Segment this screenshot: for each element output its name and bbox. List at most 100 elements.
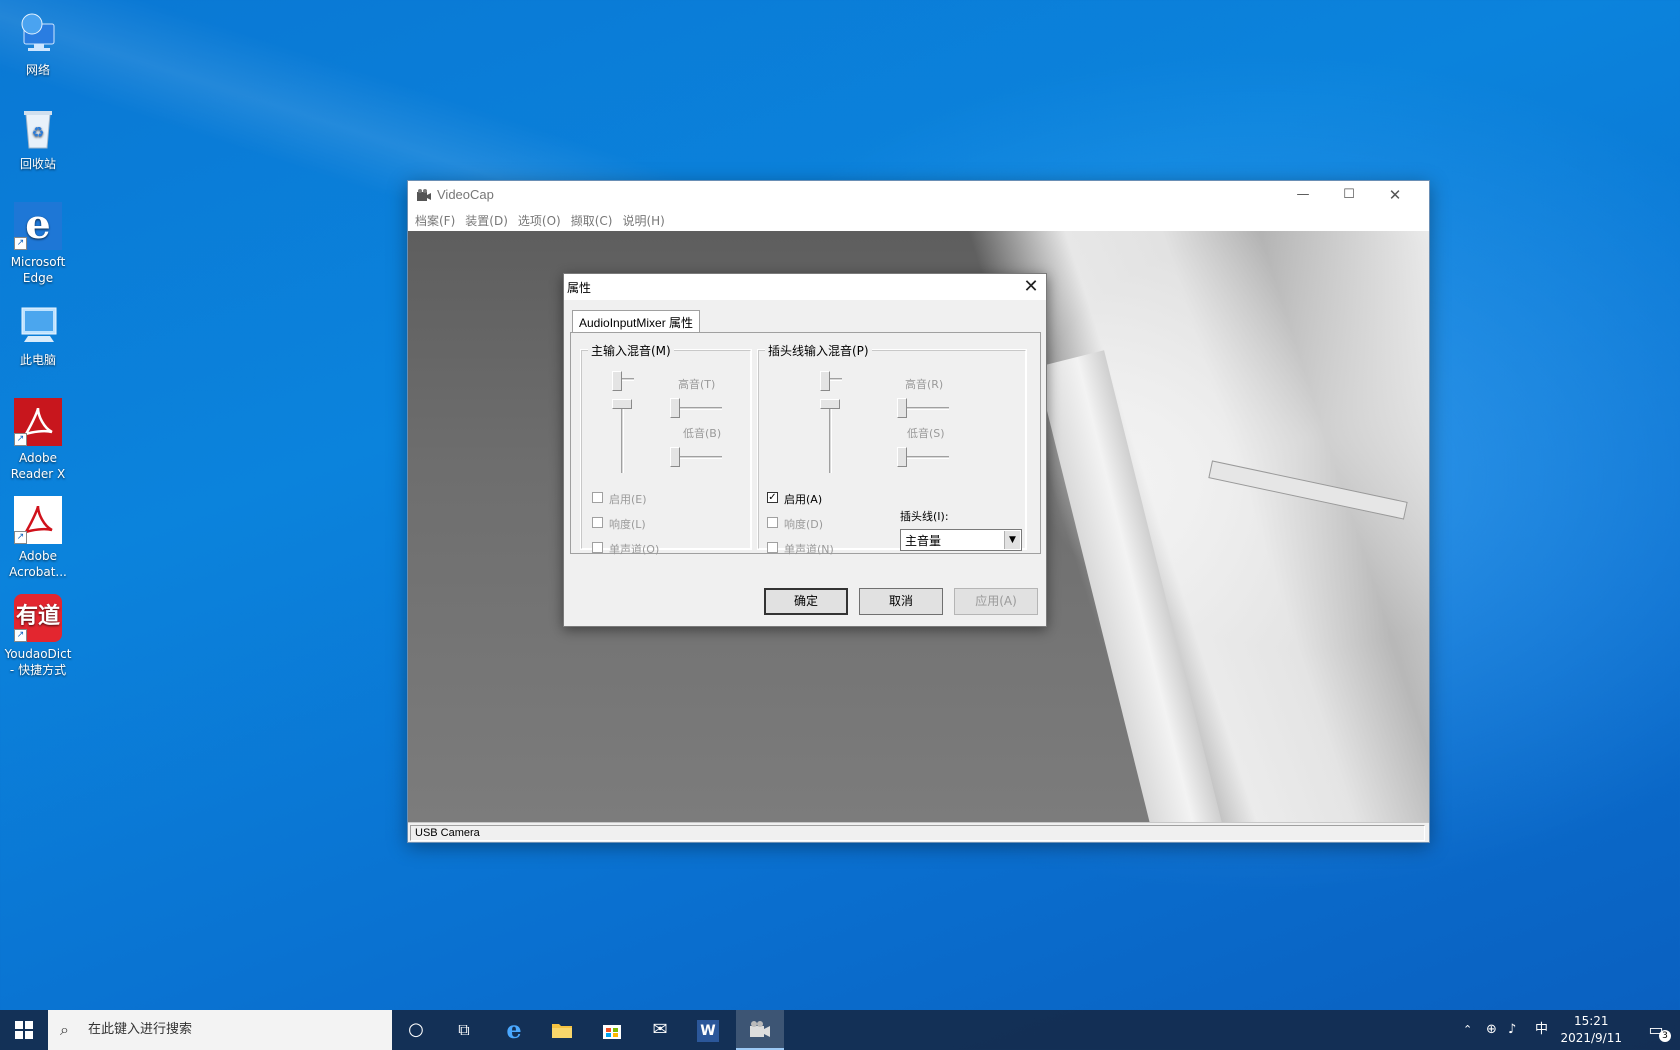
- bass-slider[interactable]: [670, 447, 680, 467]
- ime-indicator[interactable]: 中: [1535, 1010, 1548, 1050]
- pin-select[interactable]: 主音量 ▼: [900, 529, 1022, 551]
- treble-slider[interactable]: [670, 398, 680, 418]
- close-button[interactable]: ✕: [1372, 181, 1418, 209]
- desktop-icon-label: Adobe Reader X: [10, 451, 66, 481]
- clock[interactable]: 15:21 2021/9/11: [1560, 1013, 1622, 1047]
- properties-dialog: 属性 ✕ AudioInputMixer 属性 主输入混音(M) 高音(T) 低…: [563, 273, 1047, 627]
- task-view-button[interactable]: ⧉: [440, 1010, 488, 1050]
- loudness-checkbox[interactable]: [592, 517, 603, 528]
- status-text: USB Camera: [410, 825, 1425, 841]
- notification-count: 3: [1659, 1030, 1671, 1042]
- folder-icon: [552, 1024, 572, 1038]
- volume-track: [829, 403, 832, 473]
- computer-icon: [14, 300, 62, 348]
- title-bar[interactable]: VideoCap — ☐ ✕: [408, 181, 1429, 209]
- mono-label: 单声道(N): [784, 543, 834, 556]
- window-title: VideoCap: [437, 187, 494, 202]
- tray-overflow-icon[interactable]: ⌃: [1463, 1010, 1472, 1050]
- pin-label: 插头线(I):: [900, 510, 949, 523]
- taskbar-file-explorer[interactable]: [538, 1010, 586, 1050]
- volume-slider[interactable]: [820, 399, 840, 409]
- edge-icon: e: [506, 1015, 522, 1044]
- mono-checkbox[interactable]: [592, 542, 603, 553]
- main-input-mix-group: 主输入混音(M) 高音(T) 低音(B) 启用(E) 响度(L) 单声道(O): [580, 342, 752, 556]
- clock-date: 2021/9/11: [1560, 1031, 1622, 1045]
- tab-audio-input-mixer[interactable]: AudioInputMixer 属性: [572, 310, 701, 333]
- taskbar-videocap[interactable]: [736, 1010, 784, 1050]
- menu-help[interactable]: 说明(H): [619, 209, 671, 231]
- search-box[interactable]: ⌕ 在此键入进行搜索: [48, 1010, 392, 1050]
- cortana-button[interactable]: ○: [392, 1010, 440, 1050]
- desktop-icon-this-pc[interactable]: 此电脑: [2, 300, 74, 368]
- desktop-icon-label: 此电脑: [19, 353, 56, 367]
- notification-button[interactable]: ▭ 3: [1632, 1010, 1680, 1050]
- treble-slider[interactable]: [897, 398, 907, 418]
- video-scene-board: [1036, 350, 1230, 824]
- menu-capture[interactable]: 撷取(C): [568, 209, 620, 231]
- apply-button[interactable]: 应用(A): [954, 588, 1038, 615]
- balance-slider[interactable]: [820, 371, 830, 391]
- minimize-button[interactable]: —: [1280, 181, 1326, 209]
- menu-options[interactable]: 选项(O): [515, 209, 568, 231]
- taskbar-edge[interactable]: e: [490, 1010, 538, 1050]
- menu-bar: 档案(F) 装置(D) 选项(O) 撷取(C) 说明(H): [408, 209, 1429, 231]
- edge-icon: e ↗: [14, 202, 62, 250]
- adobe-reader-icon: ↗: [14, 398, 62, 446]
- camera-icon: [750, 1021, 770, 1037]
- globe-icon[interactable]: ⊕: [1486, 1010, 1497, 1050]
- desktop-icon-recycle-bin[interactable]: ♻ 回收站: [2, 104, 74, 172]
- desktop-icon-label: 回收站: [19, 157, 56, 171]
- taskbar-store[interactable]: [588, 1010, 636, 1050]
- search-icon: ⌕: [60, 1020, 69, 1039]
- desktop-icon-youdao[interactable]: 有道 ↗ YoudaoDict - 快捷方式: [2, 594, 74, 678]
- volume-icon[interactable]: ♪: [1508, 1010, 1516, 1050]
- mono-checkbox[interactable]: [767, 542, 778, 553]
- cancel-button[interactable]: 取消: [859, 588, 943, 615]
- balance-slider[interactable]: [612, 371, 622, 391]
- taskbar-mail[interactable]: ✉: [636, 1010, 684, 1050]
- enable-checkbox[interactable]: [592, 492, 603, 503]
- volume-slider[interactable]: [612, 399, 632, 409]
- pin-select-value: 主音量: [905, 534, 942, 548]
- bass-slider[interactable]: [897, 447, 907, 467]
- network-icon: [14, 10, 62, 58]
- cortana-circle-icon: ○: [408, 1019, 424, 1040]
- video-scene-object: [1208, 460, 1408, 520]
- start-button[interactable]: [0, 1010, 48, 1050]
- maximize-button[interactable]: ☐: [1326, 181, 1372, 209]
- bass-label: 低音(B): [683, 427, 722, 440]
- youdao-dict-icon: 有道 ↗: [14, 594, 62, 642]
- desktop-icon-adobe-acrobat[interactable]: ↗ Adobe Acrobat...: [2, 496, 74, 580]
- dialog-close-button[interactable]: ✕: [1020, 276, 1042, 298]
- status-bar: USB Camera: [408, 822, 1429, 842]
- enable-label: 启用(E): [609, 493, 647, 506]
- ok-button[interactable]: 确定: [764, 588, 848, 615]
- enable-checkbox[interactable]: ✓: [767, 492, 778, 503]
- recycle-bin-icon: ♻: [14, 104, 62, 152]
- volume-track: [621, 403, 624, 473]
- loudness-label: 响度(D): [784, 518, 824, 531]
- bass-label: 低音(S): [907, 427, 945, 440]
- desktop-icon-network[interactable]: 网络: [2, 10, 74, 78]
- mail-icon: ✉: [652, 1019, 668, 1040]
- dialog-title: 属性: [567, 281, 592, 295]
- loudness-checkbox[interactable]: [767, 517, 778, 528]
- menu-file[interactable]: 档案(F): [412, 209, 462, 231]
- desktop-icon-edge[interactable]: e ↗ Microsoft Edge: [2, 202, 74, 286]
- svg-text:♻: ♻: [32, 125, 45, 141]
- word-icon: W: [697, 1020, 719, 1042]
- menu-device[interactable]: 装置(D): [462, 209, 515, 231]
- taskbar-word[interactable]: W: [684, 1010, 732, 1050]
- group-caption: 主输入混音(M): [588, 342, 674, 359]
- enable-label: 启用(A): [784, 493, 823, 506]
- search-placeholder: 在此键入进行搜索: [88, 1022, 193, 1037]
- clock-time: 15:21: [1573, 1014, 1609, 1028]
- desktop-icon-label: Microsoft Edge: [10, 255, 66, 285]
- chevron-down-icon[interactable]: ▼: [1004, 531, 1020, 549]
- tab-page: 主输入混音(M) 高音(T) 低音(B) 启用(E) 响度(L) 单声道(O) …: [570, 332, 1041, 556]
- dialog-title-bar[interactable]: 属性 ✕: [564, 274, 1046, 300]
- loudness-label: 响度(L): [609, 518, 646, 531]
- mono-label: 单声道(O): [609, 543, 660, 556]
- desktop-icon-adobe-reader[interactable]: ↗ Adobe Reader X: [2, 398, 74, 482]
- treble-label: 高音(T): [678, 378, 716, 391]
